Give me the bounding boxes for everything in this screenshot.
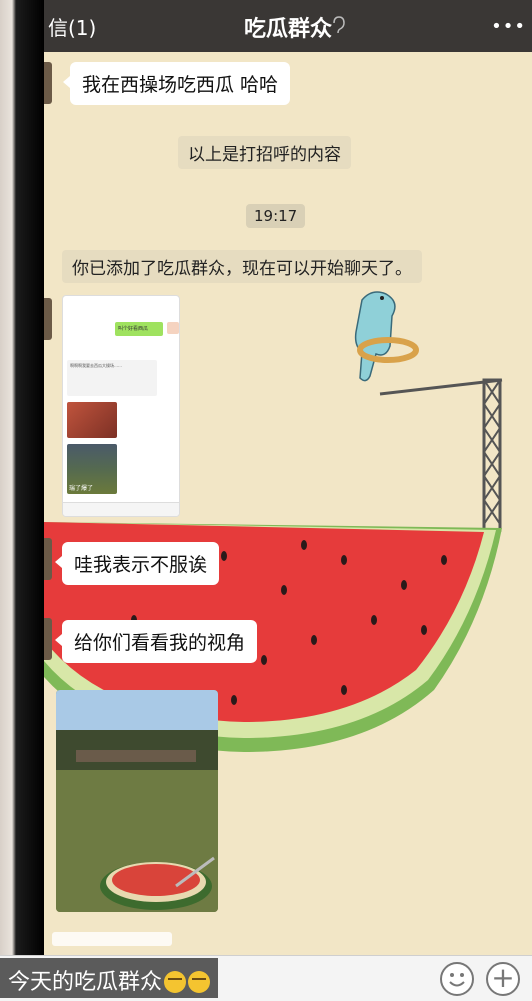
mini-text-bubble: 啊啊啊我要去西瓜大操场…… <box>67 360 157 396</box>
avatar[interactable] <box>44 538 52 580</box>
avatar[interactable] <box>44 298 52 340</box>
partial-message <box>52 932 172 946</box>
photo-message[interactable] <box>56 690 218 912</box>
chat-title: 吃瓜群众 <box>243 17 332 42</box>
mini-field-image: 瑞了爆了 <box>67 444 117 494</box>
system-notice: 你已添加了吃瓜群众，现在可以开始聊天了。 <box>62 250 422 283</box>
photo-frame-edge <box>0 0 44 1001</box>
mini-watermelon-image <box>67 402 117 438</box>
field-photo <box>56 690 218 912</box>
mini-tag: 瑞了爆了 <box>69 485 94 492</box>
smirk-face-icon <box>188 971 211 993</box>
mini-avatar <box>167 322 179 334</box>
dinosaur-illustration <box>354 291 419 382</box>
mini-input-bar <box>63 502 179 516</box>
message-bubble: 哇我表示不服诶 <box>54 542 220 585</box>
plus-icon[interactable]: + <box>486 962 520 996</box>
message-bubble: 给你们看看我的视角 <box>54 620 258 663</box>
title-bar: 信(1) 吃瓜群众 ••• <box>44 0 532 52</box>
mini-green-bubble: 叫个好看西瓜 <box>115 322 163 336</box>
timestamp: 19:17 <box>246 204 306 228</box>
emoji-button-icon[interactable] <box>440 962 474 996</box>
caption-text: 今天的吃瓜群众 <box>8 970 163 995</box>
photo-caption: 今天的吃瓜群众 <box>0 958 219 998</box>
more-dots-icon[interactable]: ••• <box>491 16 526 37</box>
avatar[interactable] <box>44 618 52 660</box>
chat-screen: 信(1) 吃瓜群众 ••• 我在西操场吃西瓜 哈哈 以上是打招呼的内容 19:1… <box>44 0 532 1001</box>
smirk-face-icon <box>164 971 187 993</box>
ear-icon <box>333 16 345 34</box>
screenshot-image-message[interactable]: 叫个好看西瓜 啊啊啊我要去西瓜大操场…… 瑞了爆了 <box>62 295 180 517</box>
message-bubble: 我在西操场吃西瓜 哈哈 <box>62 62 291 105</box>
avatar[interactable] <box>44 62 52 104</box>
system-notice: 以上是打招呼的内容 <box>178 136 351 169</box>
